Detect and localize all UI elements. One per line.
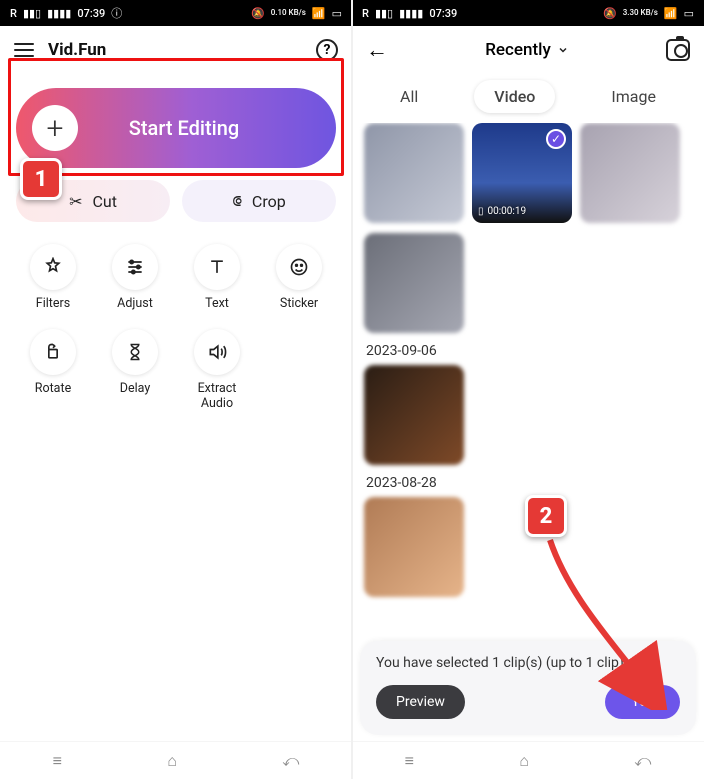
menu-icon[interactable] (14, 43, 34, 57)
android-nav-bar: ≡ ⌂ ⤺ (0, 741, 352, 779)
help-icon[interactable]: ? (316, 39, 338, 61)
video-thumbnail[interactable] (364, 233, 464, 333)
gallery[interactable]: ✓ ▯ 00:00:19 2023-09-06 2023-08-28 (352, 123, 704, 683)
app-bar: Vid.Fun ? (0, 26, 352, 74)
wifi-icon: 📶 (312, 7, 326, 20)
net-speed: 0.10 KB/s (271, 9, 306, 17)
status-bar: R ▮▮▯ ▮▮▮▮ 07:39 ⓘ 🔕 0.10 KB/s 📶 ▭ (0, 0, 352, 26)
carrier-label: R (10, 7, 17, 20)
media-tabs: All Video Image (352, 74, 704, 123)
clock: 07:39 (77, 7, 105, 20)
extract-audio-icon (194, 329, 240, 375)
text-icon (194, 244, 240, 290)
sticker-tool[interactable]: Sticker (258, 244, 340, 311)
crop-icon: ⟃ (232, 191, 242, 211)
filters-icon (30, 244, 76, 290)
back-icon[interactable]: ⤺ (634, 751, 651, 771)
scissors-icon: ✂ (69, 192, 82, 211)
rotate-icon (30, 329, 76, 375)
extract-audio-tool[interactable]: Extract Audio (176, 329, 258, 411)
crop-button[interactable]: ⟃ Crop (182, 180, 336, 222)
selection-sheet: You have selected 1 clip(s) (up to 1 cli… (360, 641, 696, 735)
back-icon[interactable]: ⤺ (282, 751, 299, 771)
start-editing-button[interactable]: + Start Editing (16, 88, 336, 168)
video-camera-icon: ▯ (478, 206, 484, 217)
signal-icon: ▮▮▮▮ (47, 7, 71, 20)
mute-icon: 🔕 (603, 7, 617, 20)
yes-button[interactable]: Yes (605, 685, 680, 719)
plus-icon: + (32, 105, 78, 151)
delay-tool[interactable]: Delay (94, 329, 176, 411)
clock: 07:39 (429, 7, 457, 20)
info-icon: ⓘ (111, 5, 122, 21)
sticker-icon (276, 244, 322, 290)
video-thumbnail-selected[interactable]: ✓ ▯ 00:00:19 (472, 123, 572, 223)
album-label: Recently (485, 40, 551, 60)
video-thumbnail[interactable] (580, 123, 680, 223)
adjust-tool[interactable]: Adjust (94, 244, 176, 311)
signal-icon: ▮▮▯ (23, 7, 41, 20)
tab-video[interactable]: Video (474, 80, 555, 113)
tab-all[interactable]: All (380, 80, 438, 113)
preview-button[interactable]: Preview (376, 685, 465, 719)
text-tool[interactable]: Text (176, 244, 258, 311)
adjust-icon (112, 244, 158, 290)
recent-apps-icon[interactable]: ≡ (405, 751, 414, 771)
video-thumbnail[interactable] (364, 123, 464, 223)
battery-icon: ▭ (684, 7, 694, 20)
selection-text: You have selected 1 clip(s) (up to 1 cli… (376, 655, 680, 671)
annotation-step-2: 2 (525, 495, 567, 537)
cut-label: Cut (92, 192, 116, 211)
android-nav-bar: ≡ ⌂ ⤺ (352, 741, 704, 779)
start-editing-label: Start Editing (78, 116, 336, 140)
checkmark-icon: ✓ (546, 129, 566, 149)
home-icon[interactable]: ⌂ (519, 751, 529, 771)
home-screen: R ▮▮▯ ▮▮▮▮ 07:39 ⓘ 🔕 0.10 KB/s 📶 ▭ Vid.F… (0, 0, 352, 779)
delay-icon (112, 329, 158, 375)
signal-icon: ▮▮▯ (375, 7, 393, 20)
pane-separator (351, 0, 353, 779)
media-picker-screen: R ▮▮▯ ▮▮▮▮ 07:39 🔕 3.30 KB/s 📶 ▭ ← Recen… (352, 0, 704, 779)
home-icon[interactable]: ⌂ (167, 751, 177, 771)
section-date: 2023-09-06 (366, 343, 692, 359)
tab-image[interactable]: Image (591, 80, 676, 113)
mute-icon: 🔕 (251, 7, 265, 20)
album-dropdown[interactable]: Recently (485, 40, 569, 60)
video-thumbnail[interactable] (364, 365, 464, 465)
video-duration: ▯ 00:00:19 (478, 206, 566, 217)
status-bar: R ▮▮▯ ▮▮▮▮ 07:39 🔕 3.30 KB/s 📶 ▭ (352, 0, 704, 26)
wifi-icon: 📶 (664, 7, 678, 20)
section-date: 2023-08-28 (366, 475, 692, 491)
chevron-down-icon (557, 44, 569, 56)
app-title: Vid.Fun (48, 40, 106, 60)
net-speed: 3.30 KB/s (623, 9, 658, 17)
back-button[interactable]: ← (366, 37, 388, 63)
annotation-step-1: 1 (20, 158, 62, 200)
rotate-tool[interactable]: Rotate (12, 329, 94, 411)
crop-label: Crop (252, 192, 286, 211)
camera-button[interactable] (666, 39, 690, 61)
battery-icon: ▭ (332, 7, 342, 20)
signal-icon: ▮▮▮▮ (399, 7, 423, 20)
filters-tool[interactable]: Filters (12, 244, 94, 311)
video-thumbnail[interactable] (364, 497, 464, 597)
recent-apps-icon[interactable]: ≡ (53, 751, 62, 771)
carrier-label: R (362, 7, 369, 20)
